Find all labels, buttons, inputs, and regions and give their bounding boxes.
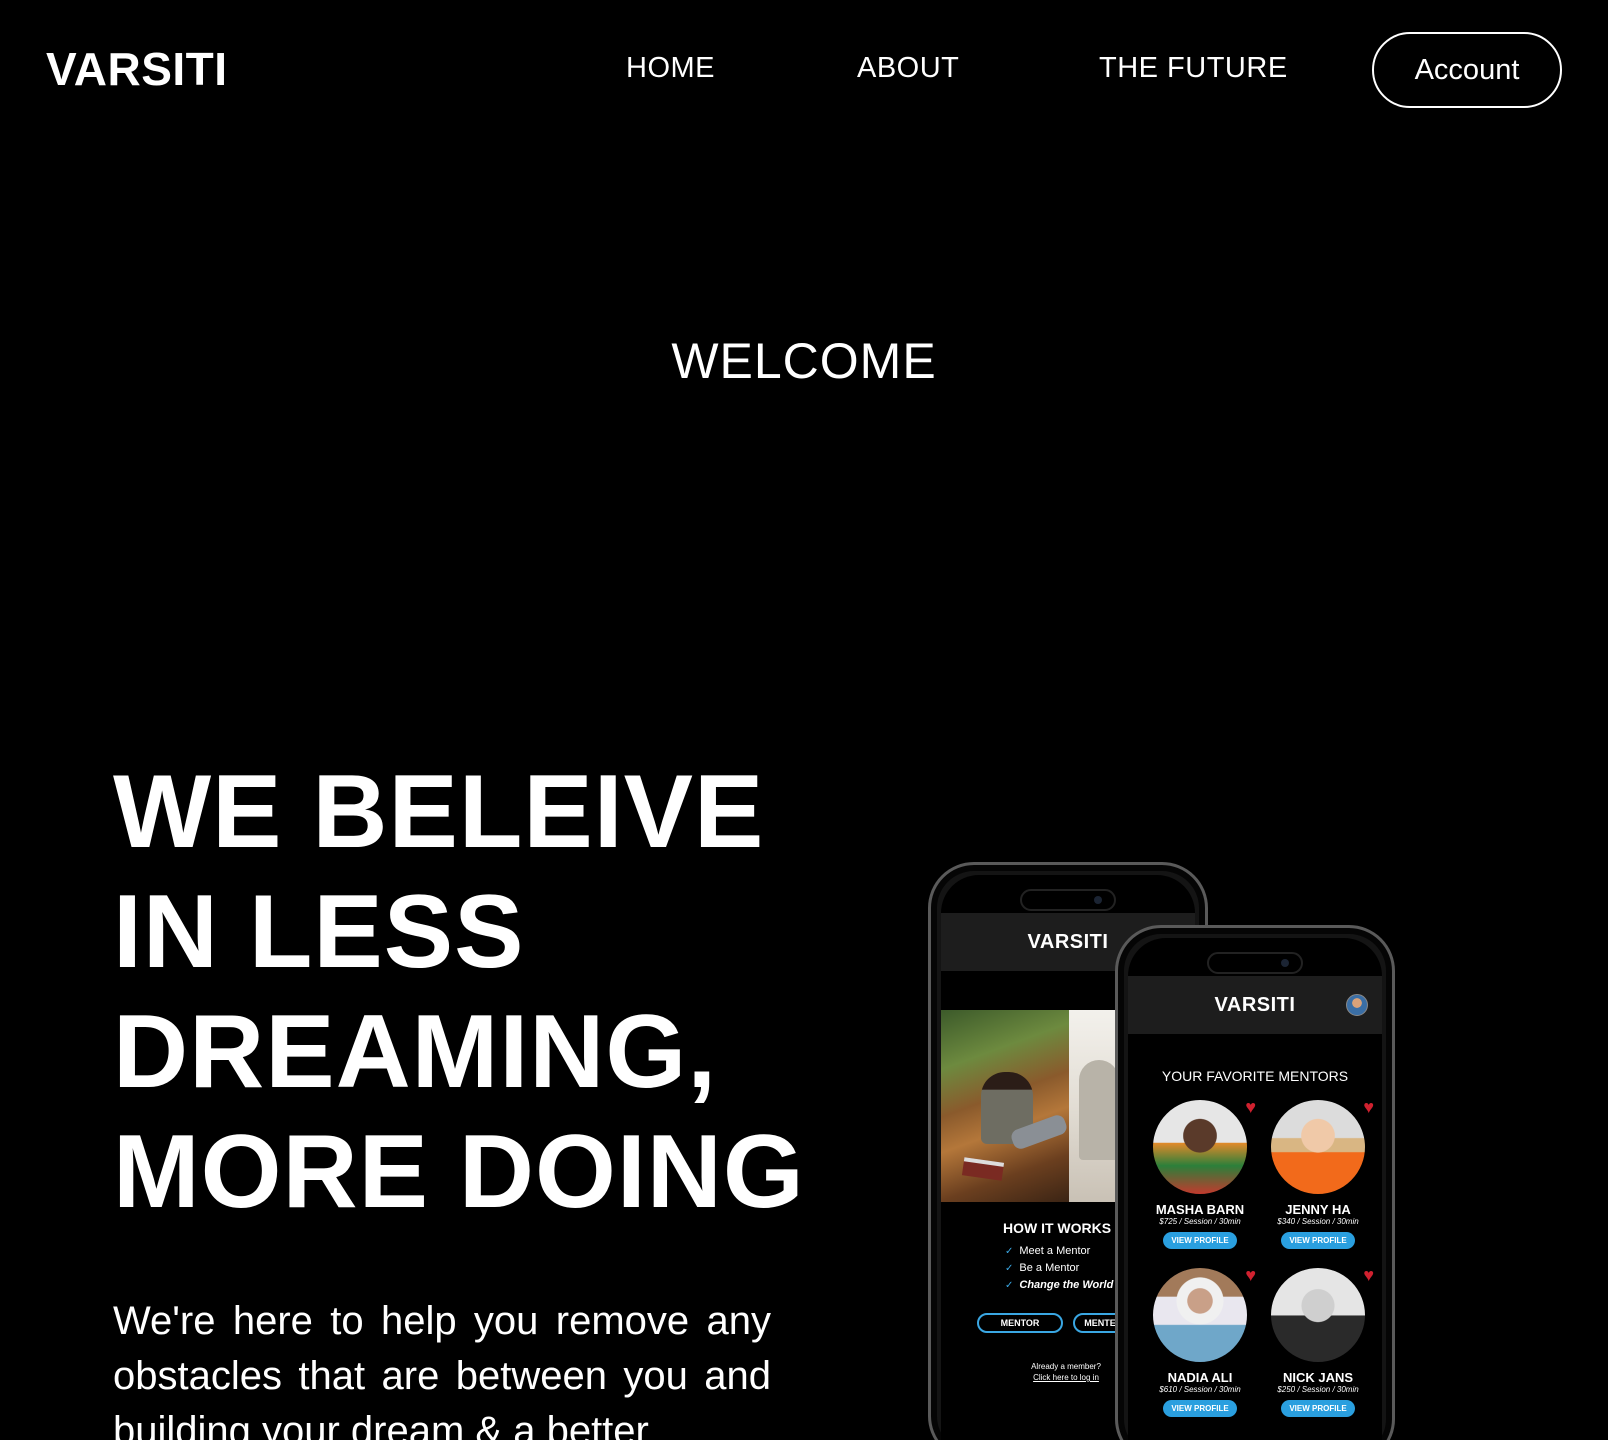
check-icon: ✓ [1005,1280,1014,1291]
how-it-works-title: HOW IT WORKS [1003,1220,1112,1236]
mentor-card: ♥ JENNY HA $340 / Session / 30min VIEW P… [1258,1098,1378,1249]
mentor-name: MASHA BARN [1155,1202,1245,1217]
avatar[interactable] [1346,994,1368,1016]
phone-screen: VARSITI YOUR FAVORITE MENTORS ♥ MASHA BA… [1128,938,1382,1440]
view-profile-button[interactable]: VIEW PROFILE [1163,1232,1237,1249]
view-profile-button[interactable]: VIEW PROFILE [1281,1232,1355,1249]
mentor-price: $250 / Session / 30min [1277,1385,1359,1394]
app-title: VARSITI [1027,930,1109,953]
mentor-name: NADIA ALI [1167,1370,1233,1385]
list-item: ✓ Be a Mentor [1005,1260,1113,1277]
mentor-price: $340 / Session / 30min [1277,1217,1359,1226]
hero-headline: WE BELEIVE IN LESS DREAMING, MORE DOING [113,752,833,1232]
mentor-photo [1151,1266,1249,1364]
how-it-works-list: ✓ Meet a Mentor ✓ Be a Mentor ✓ Change the … [1005,1243,1113,1294]
heart-icon[interactable]: ♥ [1245,1266,1256,1284]
phone-mockup-favorites: VARSITI YOUR FAVORITE MENTORS ♥ MASHA BA… [1115,925,1395,1440]
check-icon: ✓ [1005,1263,1014,1274]
heart-icon[interactable]: ♥ [1363,1098,1374,1116]
app-title: VARSITI [1214,993,1296,1016]
list-item: ✓ Meet a Mentor [1005,1243,1113,1260]
already-member-text: Already a member? [1031,1362,1101,1371]
site-logo[interactable]: VARSITI [46,42,228,96]
favorite-mentors-title: YOUR FAVORITE MENTORS [1161,1068,1349,1084]
hero-body-text: We're here to help you remove any obstac… [113,1299,771,1440]
heart-icon[interactable]: ♥ [1245,1098,1256,1116]
photo-man-on-bench [941,1010,1069,1202]
app-header: VARSITI [1128,976,1382,1034]
heart-icon[interactable]: ♥ [1363,1266,1374,1284]
mentor-price: $725 / Session / 30min [1159,1217,1241,1226]
mentor-card: ♥ NICK JANS $250 / Session / 30min VIEW … [1258,1266,1378,1417]
mentor-name: JENNY HA [1285,1202,1351,1217]
how-item-label: Change the World [1019,1279,1114,1291]
headline-line-1: WE BELEIVE [113,754,765,870]
mentor-price: $610 / Session / 30min [1159,1385,1241,1394]
login-link[interactable]: Click here to log in [1001,1372,1131,1383]
view-profile-button[interactable]: VIEW PROFILE [1281,1400,1355,1417]
mentor-photo [1269,1266,1367,1364]
mentor-photo [1269,1098,1367,1196]
how-item-label: Meet a Mentor [1019,1245,1091,1257]
phone-notch [1020,889,1116,911]
photo-books [961,1157,1005,1181]
mentor-card: ♥ NADIA ALI $610 / Session / 30min VIEW … [1140,1266,1260,1417]
how-item-label: Be a Mentor [1019,1262,1080,1274]
view-profile-button[interactable]: VIEW PROFILE [1163,1400,1237,1417]
mentor-button[interactable]: MENTOR [977,1313,1063,1333]
welcome-heading: WELCOME [671,333,937,389]
account-button[interactable]: Account [1372,32,1562,108]
mentor-card: ♥ MASHA BARN $725 / Session / 30min VIEW… [1140,1098,1260,1249]
headline-line-2: IN LESS [113,874,525,990]
headline-line-4: MORE DOING [113,1114,805,1230]
mentor-name: NICK JANS [1282,1370,1354,1385]
photo-figure [1079,1060,1119,1160]
list-item: ✓ Change the World [1005,1277,1113,1294]
nav-the-future-link[interactable]: THE FUTURE [1099,52,1288,85]
nav-about-link[interactable]: ABOUT [857,52,959,85]
headline-line-3: DREAMING, [113,994,718,1110]
check-icon: ✓ [1005,1246,1014,1257]
mentor-photo [1151,1098,1249,1196]
login-prompt: Already a member? Click here to log in [1001,1361,1131,1383]
phone-notch [1207,952,1303,974]
nav-home-link[interactable]: HOME [626,52,715,85]
